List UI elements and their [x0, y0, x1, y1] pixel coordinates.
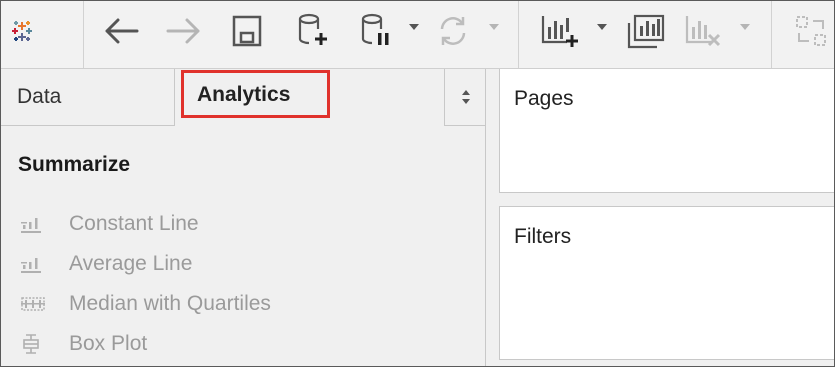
- median-quartiles-item[interactable]: Median with Quartiles: [21, 290, 271, 318]
- summarize-heading: Summarize: [18, 153, 131, 176]
- box-plot-icon: [21, 333, 47, 355]
- forward-icon[interactable]: [164, 9, 204, 53]
- annotation-highlight-box: [181, 70, 330, 118]
- average-line-icon: [21, 253, 47, 275]
- pane-menu-button[interactable]: [444, 69, 486, 126]
- chevron-down-icon[interactable]: [739, 23, 751, 31]
- refresh-icon[interactable]: [433, 9, 473, 53]
- tab-data[interactable]: Data: [1, 69, 175, 126]
- chevron-down-icon[interactable]: [408, 23, 420, 31]
- duplicate-sheet-icon[interactable]: [625, 9, 667, 53]
- swap-icon[interactable]: [791, 9, 831, 53]
- pause-datasource-icon[interactable]: [356, 9, 396, 53]
- median-quartiles-icon: [21, 293, 47, 315]
- save-icon[interactable]: [229, 9, 265, 53]
- constant-line-icon: [21, 213, 47, 235]
- left-pane: Data Analytics Summarize Constant Line A…: [1, 69, 486, 366]
- pages-shelf-label: Pages: [514, 87, 574, 110]
- box-plot-item[interactable]: Box Plot: [21, 330, 147, 358]
- filters-shelf[interactable]: Filters: [499, 206, 834, 360]
- new-datasource-icon[interactable]: [293, 9, 333, 53]
- clear-sheet-icon[interactable]: [683, 9, 725, 53]
- average-line-item[interactable]: Average Line: [21, 250, 192, 278]
- constant-line-item[interactable]: Constant Line: [21, 210, 199, 238]
- toolbar: [1, 1, 834, 69]
- item-label: Median with Quartiles: [69, 292, 271, 315]
- item-label: Box Plot: [69, 332, 148, 355]
- app-window: Data Analytics Summarize Constant Line A…: [0, 0, 835, 367]
- right-pane: Pages Filters: [486, 69, 834, 366]
- new-worksheet-icon[interactable]: [539, 9, 581, 53]
- tab-data-label: Data: [17, 85, 62, 108]
- tableau-logo-icon[interactable]: [7, 9, 37, 53]
- chevron-down-icon[interactable]: [488, 23, 500, 31]
- pages-shelf[interactable]: Pages: [499, 69, 834, 193]
- item-label: Constant Line: [69, 212, 199, 235]
- sort-updown-icon: [461, 90, 470, 104]
- chevron-down-icon[interactable]: [596, 23, 608, 31]
- back-icon[interactable]: [101, 9, 141, 53]
- item-label: Average Line: [69, 252, 193, 275]
- filters-shelf-label: Filters: [514, 225, 572, 248]
